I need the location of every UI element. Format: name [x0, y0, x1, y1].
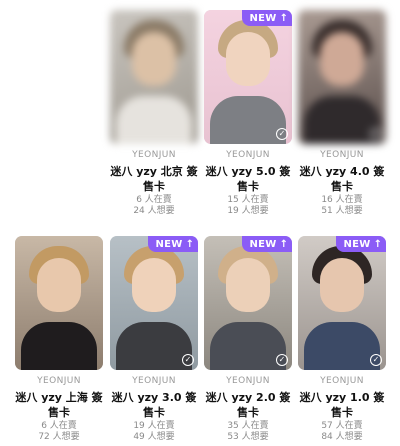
card-title: 迷八 yzy 2.0 簽售卡 — [205, 391, 291, 419]
wanting-count: 53 人想要 — [227, 432, 269, 442]
check-circle-icon: ✓ — [370, 128, 382, 140]
new-badge-label: NEW — [249, 12, 277, 24]
arrow-up-icon: ↑ — [373, 238, 382, 250]
artist-name: YEONJUN — [226, 376, 270, 386]
card-title: 迷八 yzy 1.0 簽售卡 — [299, 391, 385, 419]
arrow-up-icon: ↑ — [279, 238, 288, 250]
check-circle-icon: ✓ — [276, 354, 288, 366]
check-circle-icon: ✓ — [370, 354, 382, 366]
new-badge: NEW ↑ — [242, 10, 292, 26]
selling-count: 19 人在賣 — [133, 421, 175, 431]
photocard-item[interactable]: NEW ↑ ✓ YEONJUN 迷八 yzy 2.0 簽售卡 35 人在賣 53… — [204, 236, 292, 443]
artist-name: YEONJUN — [320, 150, 364, 160]
card-title: 迷八 yzy 4.0 簽售卡 — [299, 165, 385, 193]
new-badge: NEW ↑ — [148, 236, 198, 252]
artist-name: YEONJUN — [132, 376, 176, 386]
check-circle-icon: ✓ — [182, 354, 194, 366]
photocard-image — [15, 236, 103, 370]
photocard-image: NEW ↑ ✓ — [110, 236, 198, 370]
photocard-item[interactable]: NEW ↑ ✓ YEONJUN 迷八 yzy 1.0 簽售卡 57 人在賣 84… — [298, 236, 386, 443]
photocard-item[interactable]: ✓ YEONJUN 迷八 yzy 4.0 簽售卡 16 人在賣 51 人想要 — [298, 10, 386, 217]
artist-name: YEONJUN — [37, 376, 81, 386]
new-badge-label: NEW — [249, 238, 277, 250]
wanting-count: 49 人想要 — [133, 432, 175, 442]
artist-name: YEONJUN — [320, 376, 364, 386]
card-title: 迷八 yzy 5.0 簽售卡 — [205, 165, 291, 193]
check-circle-icon: ✓ — [276, 128, 288, 140]
photocard-image: NEW ↑ ✓ — [204, 10, 292, 144]
wanting-count: 19 人想要 — [227, 206, 269, 216]
artist-name: YEONJUN — [132, 150, 176, 160]
selling-count: 16 人在賣 — [321, 195, 363, 205]
selling-count: 15 人在賣 — [227, 195, 269, 205]
photocard-item[interactable]: NEW ↑ ✓ YEONJUN 迷八 yzy 3.0 簽售卡 19 人在賣 49… — [110, 236, 198, 443]
selling-count: 6 人在賣 — [136, 195, 172, 205]
wanting-count: 72 人想要 — [38, 432, 80, 442]
new-badge: NEW ↑ — [336, 236, 386, 252]
card-title: 迷八 yzy 北京 簽售卡 — [110, 165, 198, 193]
new-badge-label: NEW — [155, 238, 183, 250]
selling-count: 6 人在賣 — [41, 421, 77, 431]
wanting-count: 84 人想要 — [321, 432, 363, 442]
arrow-up-icon: ↑ — [185, 238, 194, 250]
artist-name: YEONJUN — [226, 150, 270, 160]
photocard-item[interactable]: NEW ↑ ✓ YEONJUN 迷八 yzy 5.0 簽售卡 15 人在賣 19… — [204, 10, 292, 217]
photocard-image: NEW ↑ ✓ — [204, 236, 292, 370]
selling-count: 57 人在賣 — [321, 421, 363, 431]
photocard-image: ✓ — [298, 10, 386, 144]
new-badge-label: NEW — [343, 238, 371, 250]
photocard-image: NEW ↑ ✓ — [298, 236, 386, 370]
wanting-count: 24 人想要 — [133, 206, 175, 216]
new-badge: NEW ↑ — [242, 236, 292, 252]
photocard-item[interactable]: YEONJUN 迷八 yzy 上海 簽售卡 6 人在賣 72 人想要 — [15, 236, 103, 443]
card-title: 迷八 yzy 3.0 簽售卡 — [111, 391, 197, 419]
selling-count: 35 人在賣 — [227, 421, 269, 431]
photocard-image — [110, 10, 198, 144]
photocard-item[interactable]: YEONJUN 迷八 yzy 北京 簽售卡 6 人在賣 24 人想要 — [110, 10, 198, 217]
card-title: 迷八 yzy 上海 簽售卡 — [15, 391, 103, 419]
wanting-count: 51 人想要 — [321, 206, 363, 216]
arrow-up-icon: ↑ — [279, 12, 288, 24]
